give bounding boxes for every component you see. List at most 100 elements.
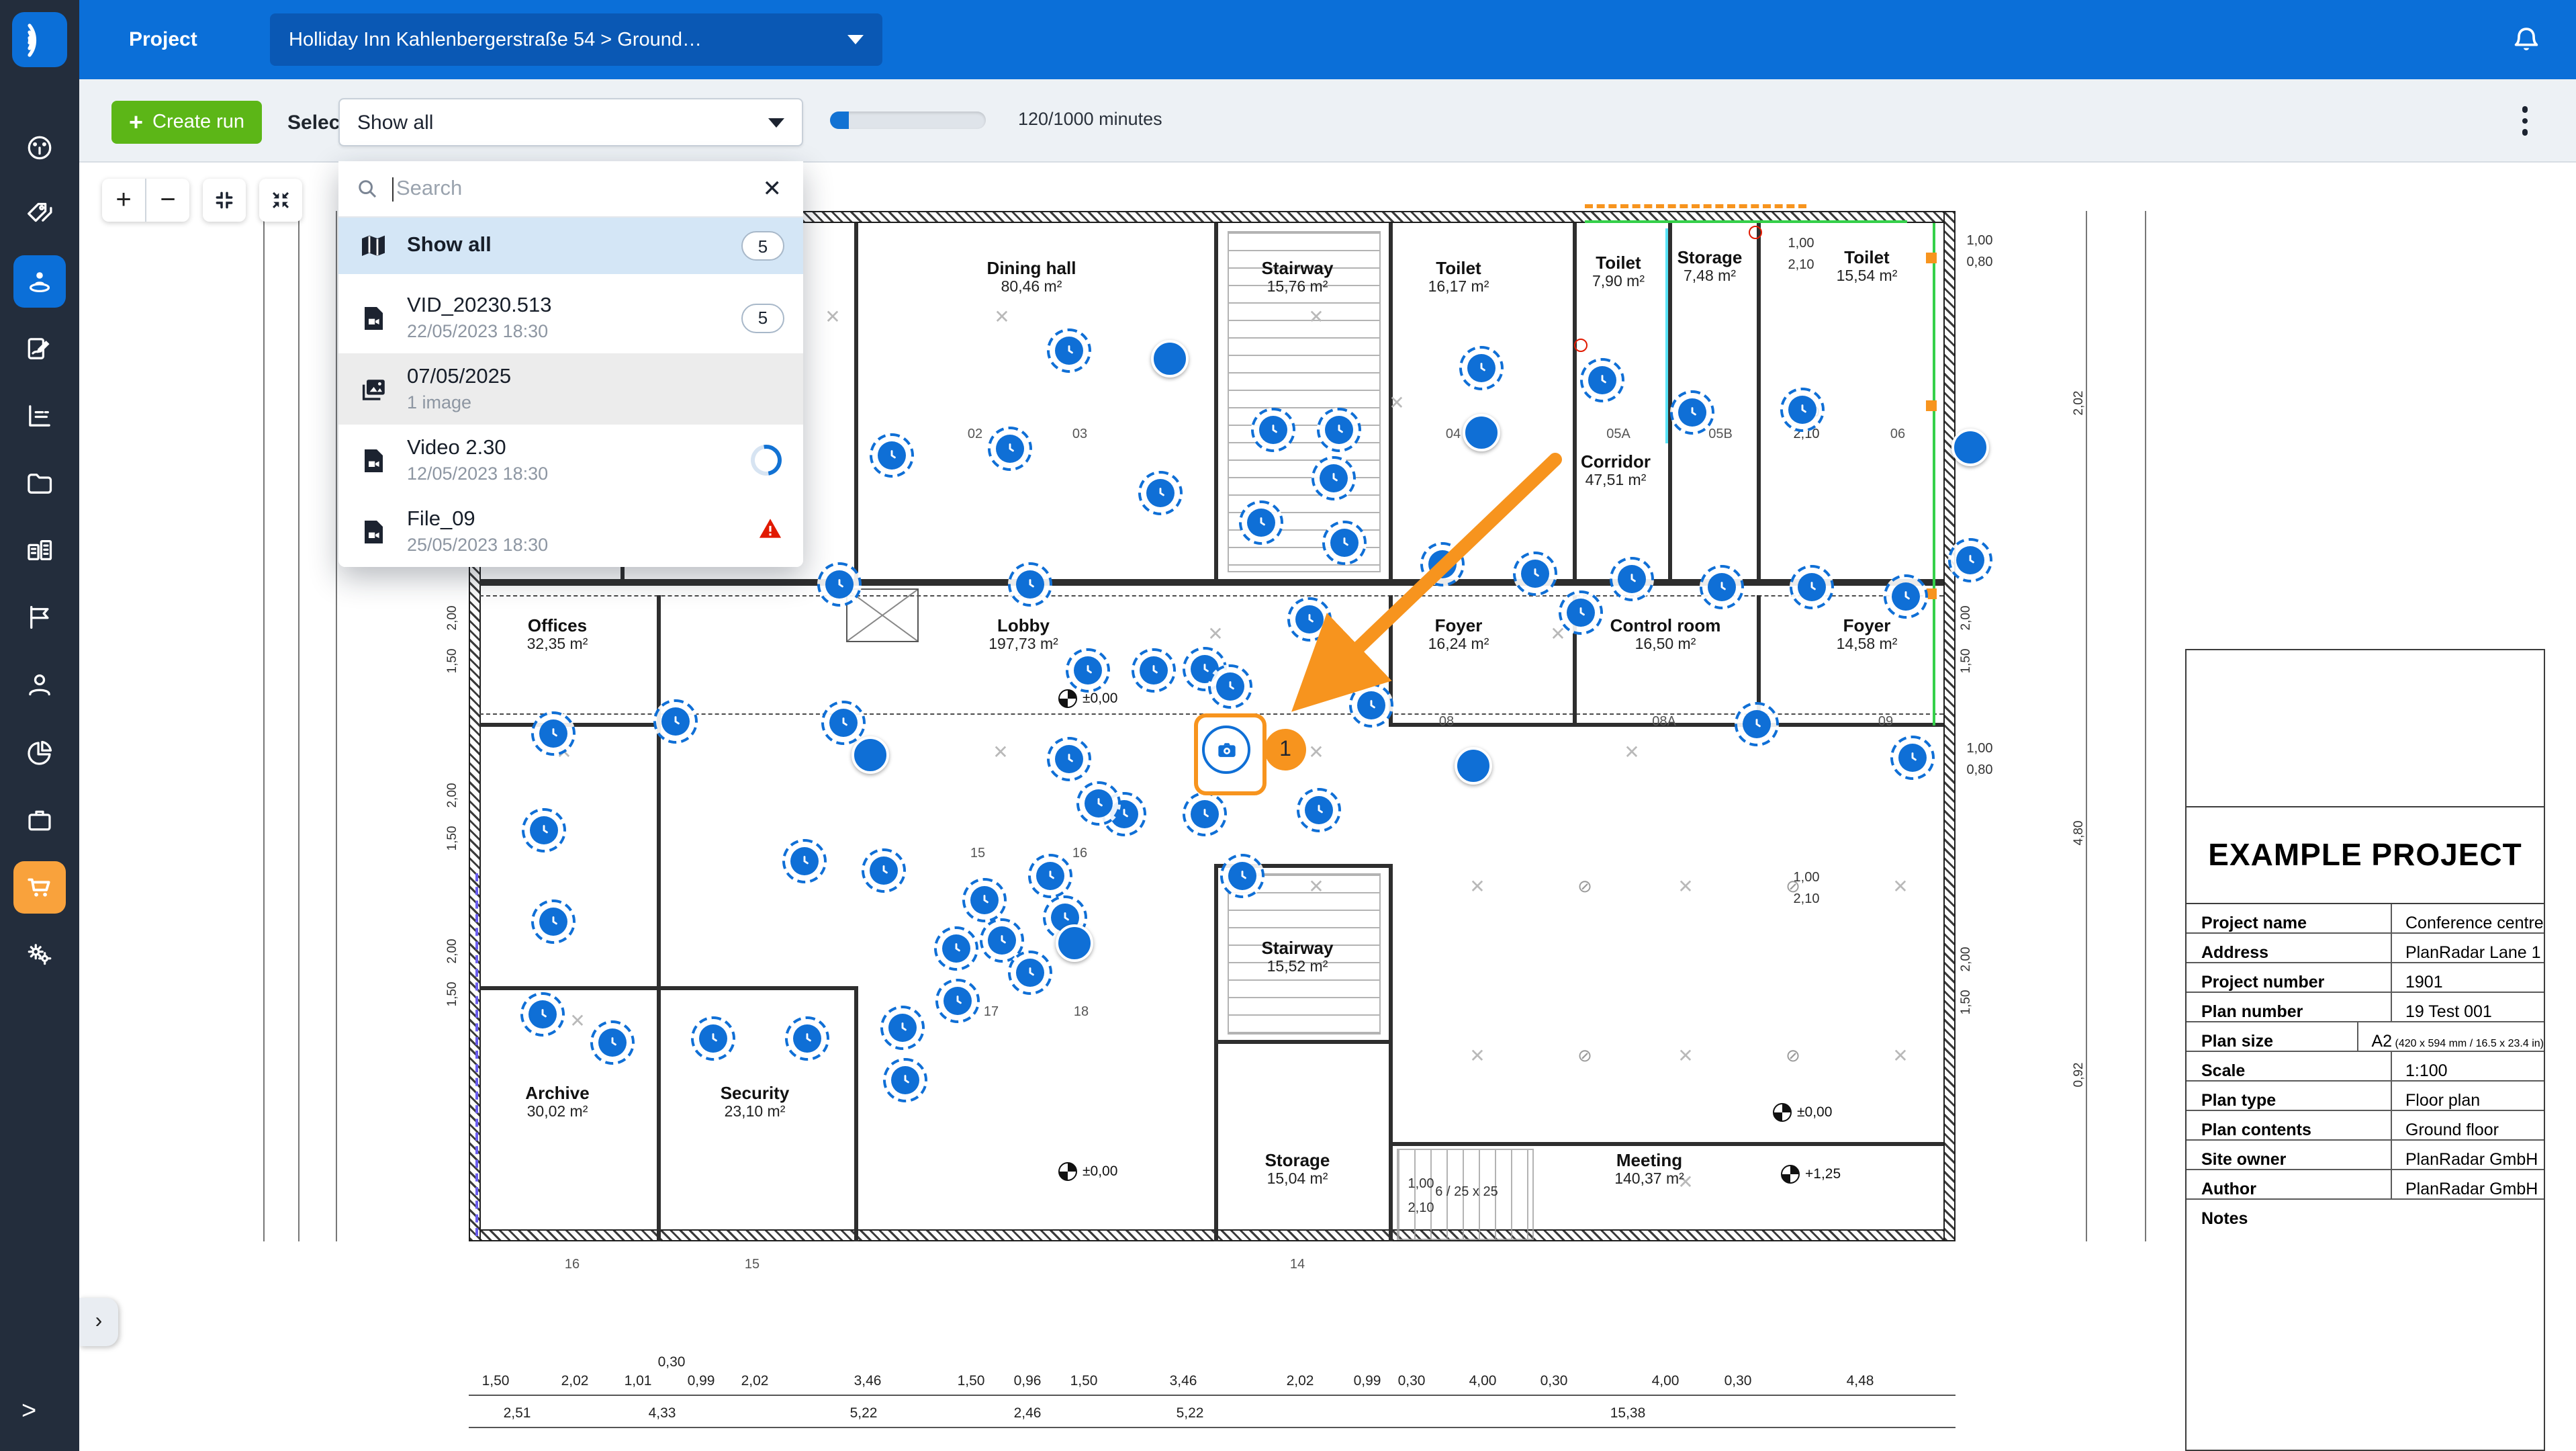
- sidebar-item-folder[interactable]: [13, 457, 66, 509]
- dimension-value: 3,46: [854, 1373, 882, 1389]
- notifications-bell-icon[interactable]: [2509, 23, 2544, 58]
- timed-photo-marker[interactable]: [880, 1006, 925, 1050]
- camera-marker[interactable]: [1202, 726, 1250, 774]
- fit-to-screen-button[interactable]: [203, 179, 246, 222]
- dimension-value: 4,00: [1469, 1373, 1497, 1389]
- sidebar-item-ticket-pen[interactable]: [13, 322, 66, 375]
- chevron-down-icon: [847, 35, 864, 44]
- planradar-logo[interactable]: [12, 12, 67, 67]
- photo-marker[interactable]: [852, 736, 889, 774]
- clock-icon: [944, 987, 972, 1015]
- timed-photo-marker[interactable]: [1208, 664, 1252, 709]
- photo-marker[interactable]: [1951, 429, 1989, 466]
- timed-photo-marker[interactable]: [520, 992, 565, 1037]
- timed-photo-marker[interactable]: [1948, 538, 1992, 582]
- sidebar-item-briefcase[interactable]: [13, 794, 66, 846]
- sidebar-expand-chevron-icon[interactable]: >: [21, 1397, 36, 1427]
- door-number-label: 02: [968, 427, 982, 442]
- timed-photo-marker[interactable]: [883, 1058, 927, 1102]
- sidebar-item-flag[interactable]: [13, 591, 66, 644]
- filter-dropdown[interactable]: Show all: [338, 98, 803, 146]
- plan-title-block: EXAMPLE PROJECT Project nameConference c…: [2185, 649, 2545, 1451]
- timed-photo-marker[interactable]: [1076, 781, 1121, 826]
- timed-photo-marker[interactable]: [935, 979, 980, 1023]
- timed-photo-marker[interactable]: [785, 1016, 829, 1061]
- sidebar-item-tags[interactable]: [13, 188, 66, 240]
- zoom-in-button[interactable]: +: [102, 179, 146, 222]
- dropdown-item-show-all[interactable]: Show all5: [338, 218, 803, 274]
- timed-photo-marker[interactable]: [1580, 358, 1624, 402]
- timed-photo-marker[interactable]: [1735, 702, 1779, 746]
- create-run-button[interactable]: + Create run: [111, 101, 262, 144]
- title-block-row-label: Site owner: [2187, 1141, 2391, 1169]
- timed-photo-marker[interactable]: [817, 562, 862, 607]
- timed-photo-marker[interactable]: [1610, 557, 1654, 601]
- close-icon[interactable]: ✕: [757, 173, 788, 205]
- collapse-view-button[interactable]: [259, 179, 302, 222]
- wall: [479, 986, 858, 990]
- timed-photo-marker[interactable]: [1459, 346, 1504, 390]
- timed-photo-marker[interactable]: [1890, 736, 1935, 780]
- timed-photo-marker[interactable]: [1670, 390, 1714, 435]
- sidebar-item-contacts[interactable]: [13, 658, 66, 711]
- timed-photo-marker[interactable]: [1183, 792, 1227, 836]
- timed-photo-marker[interactable]: [590, 1020, 635, 1065]
- timed-photo-marker[interactable]: [1047, 328, 1091, 373]
- timed-photo-marker[interactable]: [870, 433, 914, 478]
- company-icon: [24, 535, 55, 566]
- timed-photo-marker[interactable]: [1700, 565, 1744, 609]
- project-selector[interactable]: Holliday Inn Kahlenbergerstraße 54 > Gro…: [270, 13, 882, 66]
- dropdown-search-row[interactable]: Search ✕: [338, 161, 803, 218]
- door-dimension-label: 6 / 25 x 25: [1435, 1185, 1498, 1200]
- dropdown-item-file-09[interactable]: File_0925/05/2023 18:30: [338, 496, 803, 567]
- panel-expand-tab[interactable]: ›: [79, 1298, 118, 1346]
- timed-photo-marker[interactable]: [531, 899, 576, 944]
- plan-annotation-accent: [1585, 204, 1806, 208]
- timed-photo-marker[interactable]: [1008, 951, 1052, 995]
- sidebar-item-pie-chart[interactable]: [13, 727, 66, 779]
- timed-photo-marker[interactable]: [522, 808, 566, 852]
- timed-photo-marker[interactable]: [1008, 562, 1052, 607]
- timed-photo-marker[interactable]: [1790, 565, 1834, 609]
- clock-icon: [996, 435, 1024, 463]
- timed-photo-marker[interactable]: [862, 848, 906, 893]
- photo-marker[interactable]: [1151, 340, 1189, 378]
- timed-photo-marker[interactable]: [1066, 648, 1110, 693]
- timed-photo-marker[interactable]: [1297, 788, 1341, 832]
- dimension-value-vertical: 1,50: [445, 826, 460, 851]
- timed-photo-marker[interactable]: [988, 427, 1032, 471]
- timed-photo-marker[interactable]: [934, 926, 978, 971]
- grid-cross-mark: ✕: [1207, 623, 1223, 646]
- timed-photo-marker[interactable]: [653, 699, 698, 744]
- sidebar-item-dashboard[interactable]: [13, 121, 66, 173]
- sidebar-item-site-view[interactable]: [13, 255, 66, 308]
- sidebar-item-company[interactable]: [13, 524, 66, 576]
- dropdown-item-07-05-2025[interactable]: 07/05/20251 image: [338, 353, 803, 425]
- more-options-kebab-icon[interactable]: [2509, 103, 2541, 138]
- timed-photo-marker[interactable]: [962, 878, 1007, 922]
- dropdown-item-video-2-30[interactable]: Video 2.3012/05/2023 18:30: [338, 425, 803, 496]
- sidebar-item-statistics[interactable]: [13, 390, 66, 442]
- search-input[interactable]: Search: [392, 177, 745, 201]
- room-area: 16,50 m²: [1610, 637, 1721, 653]
- grid-cross-mark: ✕: [825, 306, 840, 328]
- timed-photo-marker[interactable]: [1132, 648, 1176, 693]
- dropdown-item-vid-20230-513[interactable]: VID_20230.51322/05/2023 18:305: [338, 282, 803, 353]
- photo-marker[interactable]: [1056, 924, 1093, 962]
- timed-photo-marker[interactable]: [1028, 854, 1072, 898]
- timed-photo-marker[interactable]: [531, 711, 576, 756]
- zoom-out-button[interactable]: −: [146, 179, 189, 222]
- timed-photo-marker[interactable]: [691, 1016, 735, 1061]
- title-block-row-label: Address: [2187, 934, 2391, 962]
- timed-photo-marker[interactable]: [1047, 737, 1091, 781]
- timed-photo-marker[interactable]: [1884, 574, 1928, 619]
- title-block-row-label: Author: [2187, 1170, 2391, 1198]
- timed-photo-marker[interactable]: [1220, 854, 1264, 898]
- timed-photo-marker[interactable]: [1138, 471, 1183, 515]
- sidebar-item-cart[interactable]: [13, 861, 66, 914]
- sidebar-item-settings[interactable]: [13, 928, 66, 981]
- timed-photo-marker[interactable]: [782, 839, 827, 883]
- filter-dropdown-panel: Search ✕ Show all5 VID_20230.51322/05/202…: [338, 161, 803, 567]
- photo-marker[interactable]: [1455, 747, 1492, 785]
- timed-photo-marker[interactable]: [1780, 388, 1825, 432]
